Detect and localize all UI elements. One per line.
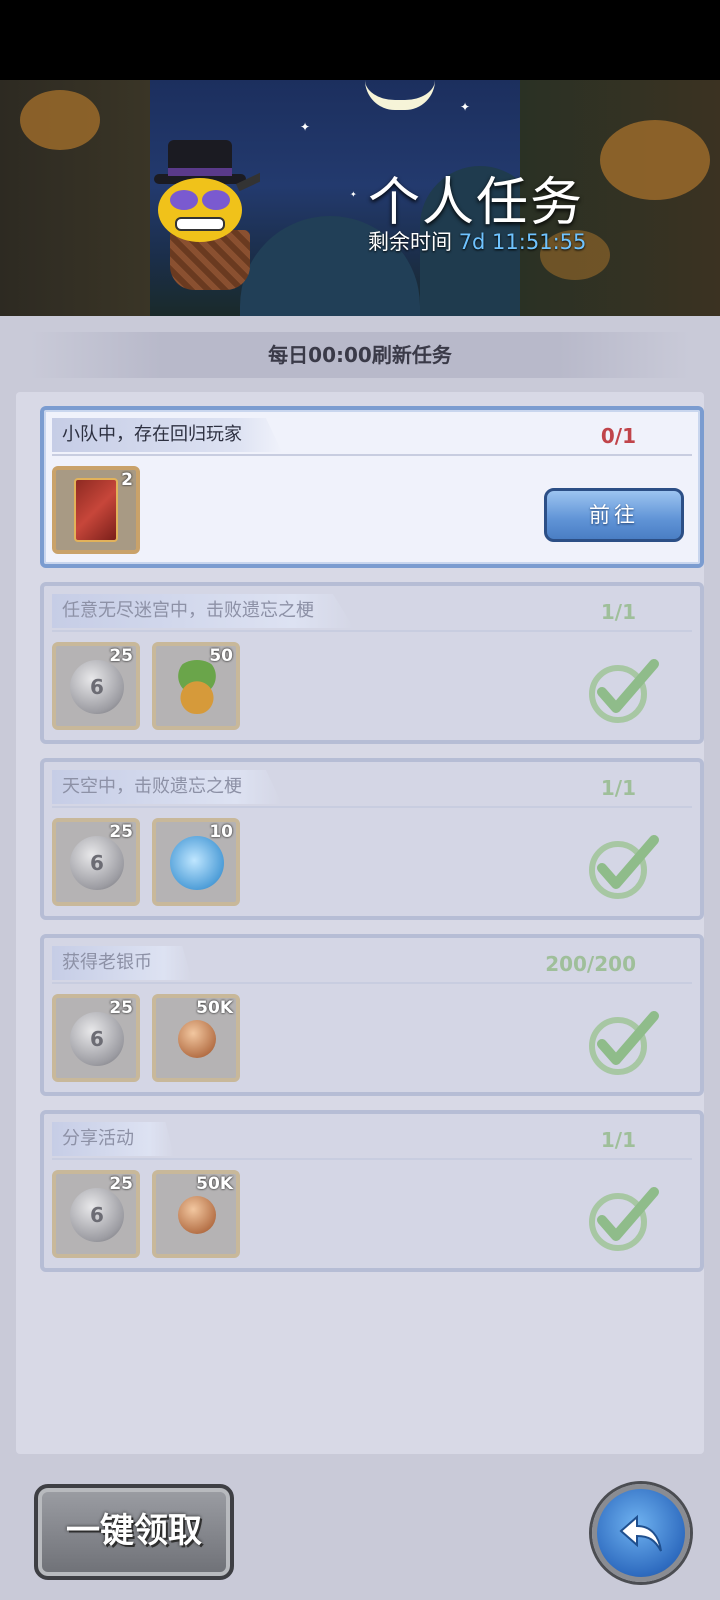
divider bbox=[52, 630, 692, 632]
silver-coin-icon: 6 bbox=[70, 660, 124, 714]
reward-slot[interactable]: 6 25 bbox=[52, 994, 140, 1082]
crescent-moon-icon bbox=[365, 80, 435, 110]
completed-check-icon bbox=[589, 1011, 659, 1075]
divider bbox=[52, 454, 692, 456]
copper-coin-icon bbox=[178, 1196, 216, 1234]
task-name: 分享活动 bbox=[52, 1122, 174, 1156]
completed-check-icon bbox=[589, 659, 659, 723]
autumn-leaves bbox=[600, 120, 710, 200]
reward-quantity: 50K bbox=[196, 998, 233, 1018]
event-banner: ✦ ✦ ✦ 个人任务 剩余时间 7d 11:51:55 bbox=[0, 80, 720, 316]
blue-slime-icon bbox=[170, 836, 224, 890]
remaining-time-value: 7d 11:51:55 bbox=[458, 230, 587, 254]
task-name: 任意无尽迷宫中，击败遗忘之梗 bbox=[52, 594, 354, 628]
task-progress: 1/1 bbox=[600, 1128, 636, 1152]
divider bbox=[52, 982, 692, 984]
refresh-notice: 每日00:00刷新任务 bbox=[30, 332, 690, 378]
silver-coin-icon: 6 bbox=[70, 1188, 124, 1242]
reward-slot[interactable]: 50K bbox=[152, 994, 240, 1082]
reward-quantity: 25 bbox=[109, 646, 133, 666]
task-name: 小队中，存在回归玩家 bbox=[52, 418, 282, 452]
silver-coin-icon: 6 bbox=[70, 1012, 124, 1066]
back-arrow-icon bbox=[619, 1514, 662, 1552]
reward-slot[interactable]: 2 bbox=[52, 466, 140, 554]
star-icon: ✦ bbox=[300, 120, 311, 134]
silver-coin-icon: 6 bbox=[70, 836, 124, 890]
task-card: 分享活动 1/1 6 25 50K bbox=[40, 1110, 704, 1272]
plant-fruit-icon bbox=[170, 660, 224, 714]
reward-slot[interactable]: 6 25 bbox=[52, 642, 140, 730]
star-icon: ✦ bbox=[460, 100, 471, 114]
reward-slot[interactable]: 50 bbox=[152, 642, 240, 730]
remaining-time-label: 剩余时间 bbox=[368, 230, 452, 254]
task-progress: 0/1 bbox=[600, 424, 636, 448]
claim-all-button[interactable]: 一键领取 bbox=[34, 1484, 234, 1580]
status-bar bbox=[0, 0, 720, 80]
reward-quantity: 10 bbox=[209, 822, 233, 842]
divider bbox=[52, 1158, 692, 1160]
divider bbox=[52, 806, 692, 808]
reward-slot[interactable]: 10 bbox=[152, 818, 240, 906]
star-icon: ✦ bbox=[350, 190, 357, 199]
reward-slot[interactable]: 6 25 bbox=[52, 818, 140, 906]
task-progress: 1/1 bbox=[600, 776, 636, 800]
autumn-leaves bbox=[20, 90, 100, 150]
task-card: 小队中，存在回归玩家 0/1 2 前往 bbox=[40, 406, 704, 568]
task-progress: 200/200 bbox=[545, 952, 636, 976]
red-card-item-icon bbox=[74, 478, 118, 542]
reward-slot[interactable]: 6 25 bbox=[52, 1170, 140, 1258]
completed-check-icon bbox=[589, 1187, 659, 1251]
task-progress: 1/1 bbox=[600, 600, 636, 624]
task-list-panel[interactable]: 小队中，存在回归玩家 0/1 2 前往 任意无尽迷宫中，击败遗忘之梗 1/1 6… bbox=[16, 392, 704, 1454]
task-name: 天空中，击败遗忘之梗 bbox=[52, 770, 282, 804]
reward-quantity: 25 bbox=[109, 822, 133, 842]
task-card: 获得老银币 200/200 6 25 50K bbox=[40, 934, 704, 1096]
go-button[interactable]: 前往 bbox=[544, 488, 684, 542]
reward-slot[interactable]: 50K bbox=[152, 1170, 240, 1258]
reward-quantity: 25 bbox=[109, 1174, 133, 1194]
reward-quantity: 25 bbox=[109, 998, 133, 1018]
page-title: 个人任务 bbox=[368, 173, 585, 233]
completed-check-icon bbox=[589, 835, 659, 899]
task-card: 任意无尽迷宫中，击败遗忘之梗 1/1 6 25 50 bbox=[40, 582, 704, 744]
reward-quantity: 50 bbox=[209, 646, 233, 666]
task-card: 天空中，击败遗忘之梗 1/1 6 25 10 bbox=[40, 758, 704, 920]
mascot-character-icon bbox=[154, 140, 260, 242]
copper-coin-icon bbox=[178, 1020, 216, 1058]
reward-quantity: 2 bbox=[121, 470, 133, 490]
reward-quantity: 50K bbox=[196, 1174, 233, 1194]
task-name: 获得老银币 bbox=[52, 946, 192, 980]
back-button[interactable] bbox=[592, 1484, 690, 1582]
remaining-time: 剩余时间 7d 11:51:55 bbox=[368, 226, 586, 256]
